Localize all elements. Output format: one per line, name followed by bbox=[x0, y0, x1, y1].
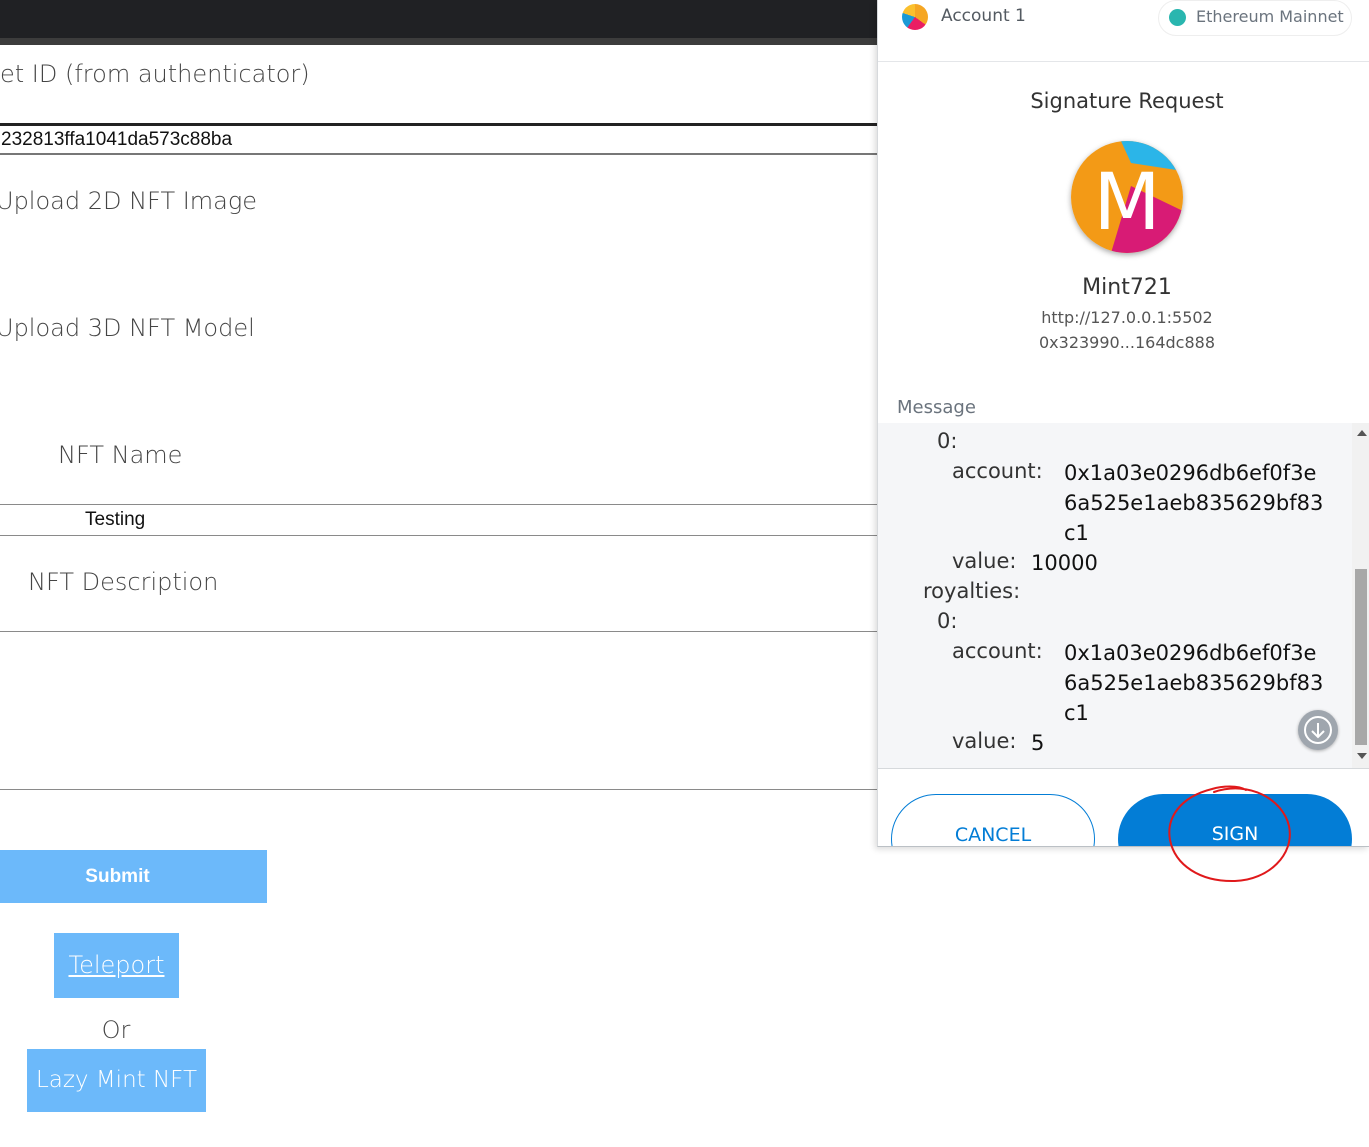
scrollbar-thumb[interactable] bbox=[1355, 569, 1367, 745]
message-value-value: 10000 bbox=[1031, 551, 1098, 575]
message-index: 0: bbox=[937, 429, 958, 453]
message-value-value: 5 bbox=[1031, 731, 1045, 755]
account-name[interactable]: Account 1 bbox=[941, 6, 1026, 26]
asset-id-input[interactable]: 232813ffa1041da573c88ba bbox=[0, 123, 880, 155]
scroll-down-arrow-icon[interactable] bbox=[1357, 753, 1367, 759]
nft-name-input[interactable]: Testing bbox=[0, 504, 880, 536]
network-dot-icon bbox=[1169, 9, 1186, 26]
message-value-line: c1 bbox=[1064, 521, 1089, 545]
message-value-line: c1 bbox=[1064, 701, 1089, 725]
site-logo-icon: M bbox=[1071, 141, 1183, 253]
upload-3d-label[interactable]: Upload 3D NFT Model bbox=[0, 314, 255, 342]
message-key-value: value: bbox=[952, 549, 1017, 573]
network-name: Ethereum Mainnet bbox=[1196, 7, 1344, 26]
message-value-line: 0x1a03e0296db6ef0f3e bbox=[1064, 461, 1317, 485]
message-scrollbar[interactable] bbox=[1352, 423, 1369, 768]
message-value-line: 6a525e1aeb835629bf83 bbox=[1064, 671, 1324, 695]
scroll-up-arrow-icon[interactable] bbox=[1357, 430, 1367, 436]
message-label: Message bbox=[897, 397, 976, 418]
submit-button[interactable]: Submit bbox=[0, 850, 267, 903]
message-value-line: 0x1a03e0296db6ef0f3e bbox=[1064, 641, 1317, 665]
upload-2d-label[interactable]: Upload 2D NFT Image bbox=[0, 187, 257, 215]
site-logo-letter: M bbox=[1093, 158, 1160, 248]
site-name: Mint721 bbox=[1082, 275, 1172, 300]
signature-request-title: Signature Request bbox=[1030, 89, 1224, 113]
scroll-down-button[interactable] bbox=[1298, 710, 1338, 750]
popup-header: Account 1 Ethereum Mainnet bbox=[878, 0, 1369, 62]
lazy-mint-button[interactable]: Lazy Mint NFT bbox=[27, 1049, 206, 1112]
site-address: 0x323990...164dc888 bbox=[1038, 333, 1215, 352]
cancel-button[interactable]: CANCEL bbox=[891, 794, 1095, 846]
teleport-button[interactable]: Teleport bbox=[54, 933, 179, 998]
description-top-border bbox=[0, 631, 880, 632]
sign-button[interactable]: SIGN bbox=[1118, 794, 1352, 846]
message-box[interactable]: 0: account: 0x1a03e0296db6ef0f3e 6a525e1… bbox=[878, 423, 1369, 769]
nft-name-value: Testing bbox=[85, 509, 146, 530]
message-value-line: 6a525e1aeb835629bf83 bbox=[1064, 491, 1324, 515]
site-url: http://127.0.0.1:5502 bbox=[1041, 308, 1213, 327]
message-index: 0: bbox=[937, 609, 958, 633]
or-text: Or bbox=[101, 1016, 131, 1044]
message-key-account: account: bbox=[952, 459, 1043, 483]
description-bottom-border bbox=[0, 789, 880, 790]
nft-name-label: NFT Name bbox=[58, 441, 183, 469]
account-avatar-icon bbox=[902, 4, 928, 30]
nft-description-label: NFT Description bbox=[28, 568, 219, 596]
metamask-popup: Account 1 Ethereum Mainnet Signature Req… bbox=[877, 0, 1369, 847]
network-selector[interactable]: Ethereum Mainnet bbox=[1158, 0, 1352, 36]
arrow-down-icon bbox=[1304, 716, 1332, 744]
message-value-account: 0x1a03e0296db6ef0f3e 6a525e1aeb835629bf8… bbox=[1064, 638, 1323, 728]
message-key-account: account: bbox=[952, 639, 1043, 663]
message-value-account: 0x1a03e0296db6ef0f3e 6a525e1aeb835629bf8… bbox=[1064, 458, 1323, 548]
message-key-royalties: royalties: bbox=[923, 579, 1021, 603]
message-key-value: value: bbox=[952, 729, 1017, 753]
asset-id-label: et ID (from authenticator) bbox=[0, 60, 310, 88]
